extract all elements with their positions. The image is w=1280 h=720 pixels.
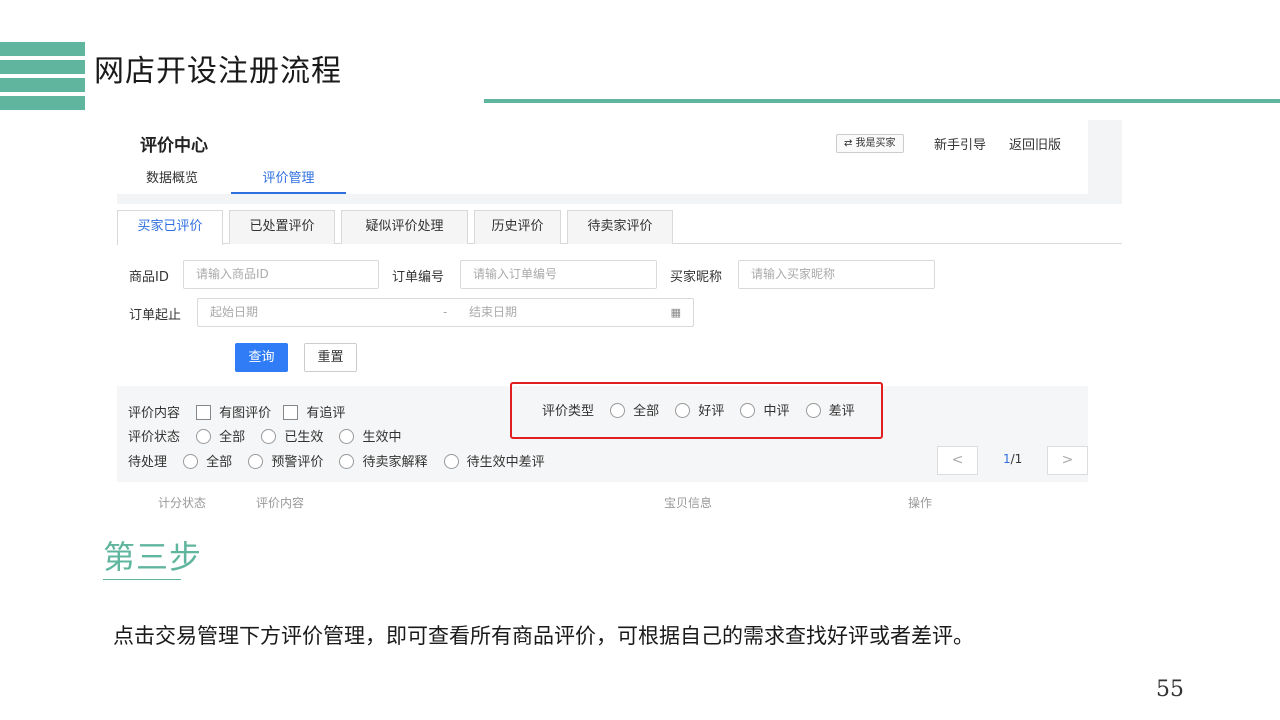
order-no-label: 订单编号 (392, 270, 445, 285)
pending-row: 待处理 全部 预警评价 待卖家解释 待生效中差评 (128, 451, 545, 470)
stripe (0, 96, 85, 110)
query-button[interactable]: 查询 (235, 343, 288, 372)
product-id-input[interactable]: 请输入商品ID (183, 260, 379, 289)
stripe (0, 78, 85, 92)
radio-pending-warning[interactable]: 预警评价 (248, 451, 323, 470)
checkbox-icon[interactable] (196, 405, 212, 420)
radio-icon[interactable] (339, 429, 355, 444)
slide-title: 网店开设注册流程 (94, 54, 342, 89)
nav-data-overview[interactable]: 数据概览 (146, 167, 198, 186)
radio-icon[interactable] (183, 454, 199, 469)
radio-label: 待生效中差评 (466, 455, 545, 470)
end-date-placeholder: 结束日期 (469, 305, 518, 319)
review-tabs: 买家已评价 已处置评价 疑似评价处理 历史评价 待卖家评价 (117, 210, 1122, 245)
review-center-title: 评价中心 (140, 136, 208, 156)
radio-label: 已生效 (284, 430, 324, 445)
radio-icon[interactable] (339, 454, 355, 469)
tab-buyer-reviewed[interactable]: 买家已评价 (117, 210, 223, 245)
radio-label: 全部 (206, 455, 233, 470)
reset-button[interactable]: 重置 (304, 343, 357, 372)
review-center-screenshot: 评价中心 ⇄ 我是买家 新手引导 返回旧版 数据概览 评价管理 买家已评价 已处… (117, 120, 1122, 514)
review-status-label: 评价状态 (128, 430, 181, 445)
tab-pending-seller-reviews[interactable]: 待卖家评价 (567, 210, 673, 244)
beginner-guide-link[interactable]: 新手引导 (934, 134, 986, 153)
calendar-icon[interactable]: ▦ (671, 299, 681, 326)
radio-label: 差评 (828, 404, 855, 419)
radio-label: 生效中 (362, 430, 402, 445)
radio-label: 全部 (633, 404, 660, 419)
radio-icon[interactable] (805, 403, 821, 418)
radio-type-positive[interactable]: 好评 (675, 400, 724, 419)
start-date-placeholder: 起始日期 (210, 305, 259, 319)
checkbox-follow-up[interactable]: 有追评 (283, 402, 345, 421)
tab-suspected-reviews[interactable]: 疑似评价处理 (341, 210, 468, 244)
checkbox-label: 有图评价 (219, 406, 272, 421)
col-actions: 操作 (908, 496, 933, 510)
order-date-range-input[interactable]: 起始日期 - 结束日期 ▦ (197, 298, 694, 327)
pager-total: /1 (1010, 452, 1023, 466)
radio-pending-negative[interactable]: 待生效中差评 (443, 451, 545, 470)
radio-label: 中评 (763, 404, 790, 419)
radio-status-all[interactable]: 全部 (196, 426, 245, 445)
tab-history-reviews[interactable]: 历史评价 (474, 210, 561, 244)
radio-icon[interactable] (675, 403, 691, 418)
title-decoration-stripes (0, 42, 85, 112)
pending-label: 待处理 (128, 455, 168, 470)
review-table-header: 计分状态 评价内容 宝贝信息 操作 (117, 482, 1088, 514)
return-old-version-link[interactable]: 返回旧版 (1009, 134, 1061, 153)
pager-next-button[interactable]: > (1047, 446, 1088, 475)
radio-label: 好评 (698, 404, 725, 419)
nav-review-management[interactable]: 评价管理 (231, 160, 346, 194)
review-type-label: 评价类型 (542, 404, 595, 419)
radio-pending-seller-explain[interactable]: 待卖家解释 (339, 451, 427, 470)
col-score-status: 计分状态 (158, 496, 207, 510)
radio-type-negative[interactable]: 差评 (805, 400, 855, 419)
stripe (0, 60, 85, 74)
date-separator: - (443, 305, 448, 319)
buyer-nickname-input[interactable]: 请输入买家昵称 (738, 260, 935, 289)
checkbox-label: 有追评 (306, 406, 346, 421)
radio-icon[interactable] (443, 454, 459, 469)
review-status-row: 评价状态 全部 已生效 生效中 (128, 426, 401, 445)
pager-current: 1 (1003, 452, 1011, 466)
tab-handled-reviews[interactable]: 已处置评价 (229, 210, 335, 244)
pager-indicator: 1/1 (1003, 452, 1022, 466)
review-center-header: 评价中心 ⇄ 我是买家 新手引导 返回旧版 数据概览 评价管理 (117, 120, 1088, 194)
radio-status-effective[interactable]: 已生效 (261, 426, 323, 445)
step-description: 点击交易管理下方评价管理，即可查看所有商品评价，可根据自己的需求查找好评或者差评… (113, 624, 974, 648)
step-title: 第三步 (103, 538, 203, 576)
col-review-content: 评价内容 (256, 496, 305, 510)
radio-label: 待卖家解释 (362, 455, 428, 470)
radio-icon[interactable] (248, 454, 264, 469)
radio-icon[interactable] (261, 429, 277, 444)
review-content-label: 评价内容 (128, 406, 181, 421)
checkbox-with-images[interactable]: 有图评价 (196, 402, 271, 421)
stripe (0, 42, 85, 56)
radio-icon[interactable] (610, 403, 626, 418)
radio-type-neutral[interactable]: 中评 (740, 400, 789, 419)
radio-icon[interactable] (196, 429, 212, 444)
col-item-info: 宝贝信息 (664, 496, 713, 510)
switch-to-buyer-button[interactable]: ⇄ 我是买家 (836, 134, 904, 153)
radio-icon[interactable] (740, 403, 756, 418)
buyer-nickname-label: 买家昵称 (670, 270, 723, 285)
radio-label: 全部 (219, 430, 246, 445)
step-underline (103, 579, 181, 580)
radio-label: 预警评价 (271, 455, 324, 470)
page-number: 55 (1156, 677, 1184, 702)
review-type-row: 评价类型 全部 好评 中评 差评 (542, 400, 855, 419)
order-no-input[interactable]: 请输入订单编号 (460, 260, 657, 289)
product-id-label: 商品ID (129, 270, 169, 285)
pager-prev-button[interactable]: < (937, 446, 978, 475)
radio-status-pending[interactable]: 生效中 (339, 426, 401, 445)
radio-pending-all[interactable]: 全部 (183, 451, 232, 470)
order-date-label: 订单起止 (129, 308, 182, 323)
review-type-highlight-box: 评价类型 全部 好评 中评 差评 (510, 382, 883, 439)
radio-type-all[interactable]: 全部 (610, 400, 659, 419)
review-content-row: 评价内容 有图评价 有追评 (128, 402, 345, 421)
title-divider (484, 99, 1280, 103)
checkbox-icon[interactable] (283, 405, 299, 420)
